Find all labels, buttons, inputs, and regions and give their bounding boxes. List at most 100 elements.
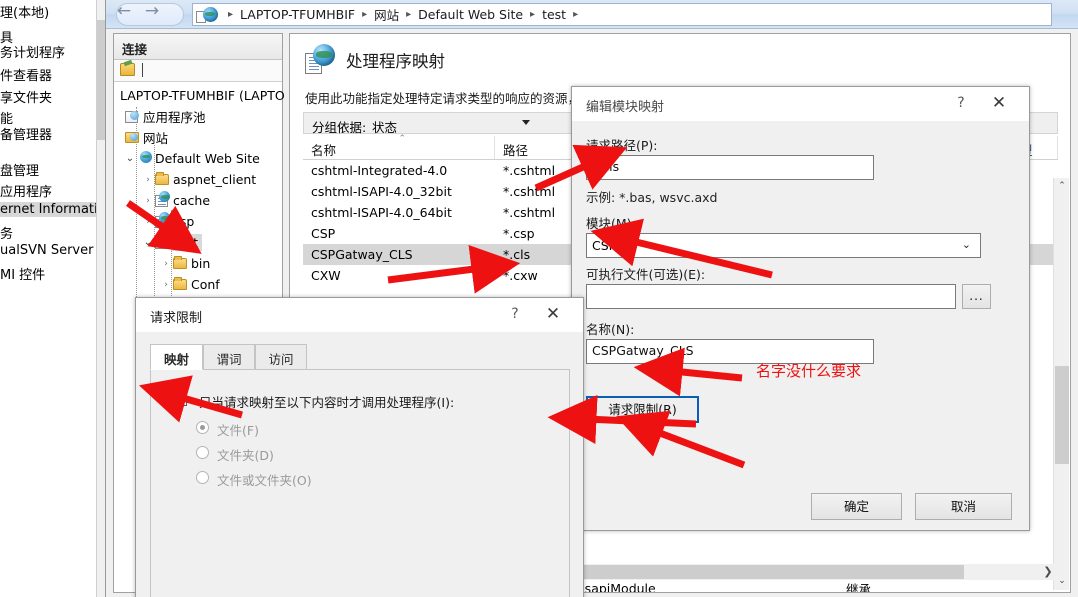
tree-item-label: test: [171, 234, 203, 251]
mmc-item-8[interactable]: 应用程序: [0, 181, 52, 200]
chevron-right-icon[interactable]: ›: [160, 259, 172, 269]
request-path-input[interactable]: *.cls: [586, 155, 874, 180]
mmc-item-4[interactable]: 享文件夹: [0, 87, 52, 106]
scroll-up-icon[interactable]: ⌃: [1054, 178, 1070, 195]
group-by-select[interactable]: 状态: [366, 114, 536, 135]
tab-mapping[interactable]: 映射: [150, 344, 203, 370]
toolbar-separator: [142, 63, 143, 77]
folder-icon: [172, 276, 189, 293]
breadcrumb-server-icon: [196, 6, 221, 23]
mmc-item-2[interactable]: 务计划程序: [0, 42, 65, 61]
tree-item-sites[interactable]: 网站: [114, 127, 282, 148]
chevron-right-icon[interactable]: ›: [142, 217, 154, 227]
radio-file-label: 文件(F): [217, 423, 259, 438]
tree-root-node[interactable]: LAPTOP-TFUMHBIF (LAPTO: [114, 85, 285, 106]
cell-name: cshtml-ISAPI-4.0_64bit: [311, 205, 452, 220]
radio-folder-label: 文件夹(D): [217, 448, 274, 463]
tree-item-label: Conf: [191, 277, 220, 292]
breadcrumb-bar[interactable]: ▸ LAPTOP-TFUMHBIF ▸ 网站 ▸ Default Web Sit…: [192, 3, 1052, 26]
request-restrictions-button[interactable]: 请求限制(R): [586, 396, 699, 423]
help-icon[interactable]: ?: [505, 306, 525, 322]
tree-item-app-pools[interactable]: 应用程序池: [114, 106, 282, 127]
dialog-title: 请求限制: [150, 311, 203, 326]
tree-item-aspnet-client[interactable]: › aspnet_client: [114, 169, 282, 190]
request-restrictions-dialog: 请求限制 ? ✕ 映射 谓词 访问 只当请求映射至以下内容时才调用处理程序(I)…: [135, 297, 584, 597]
close-icon[interactable]: ✕: [533, 303, 573, 327]
scroll-right-icon[interactable]: ❯: [1040, 564, 1056, 580]
cell-name: CXW: [311, 268, 341, 283]
breadcrumb-item-0[interactable]: LAPTOP-TFUMHBIF: [240, 7, 355, 22]
tab-verbs[interactable]: 谓词: [203, 344, 255, 370]
breadcrumb-sep-0: ▸: [228, 9, 234, 20]
radio-file-or-folder[interactable]: [196, 471, 209, 484]
main-vertical-scrollbar[interactable]: ⌃ ⌄: [1053, 178, 1069, 590]
cell-name: CSP: [311, 226, 336, 241]
browse-button[interactable]: ...: [962, 284, 991, 309]
chevron-down-icon[interactable]: ⌄: [962, 238, 971, 251]
tree-item-label: bin: [191, 256, 211, 271]
mmc-item-7[interactable]: 盘管理: [0, 160, 39, 179]
radio-file[interactable]: [196, 421, 209, 434]
cell-name: CSPGatway_CLS: [311, 247, 413, 262]
tree-item-conf[interactable]: › Conf: [114, 274, 282, 295]
folder-icon: [154, 171, 171, 188]
breadcrumb-item-1[interactable]: 网站: [374, 5, 399, 24]
mmc-item-6[interactable]: 备管理器: [0, 124, 52, 143]
breadcrumb-sep-2: ▸: [406, 9, 412, 20]
mmc-item-iis[interactable]: ernet Information S: [0, 202, 106, 217]
mmc-item-12[interactable]: MI 控件: [0, 264, 45, 283]
mmc-item-10[interactable]: 务: [0, 223, 13, 242]
forward-arrow-icon[interactable]: →: [139, 3, 165, 20]
mmc-left-scroll-thumb[interactable]: [97, 20, 105, 140]
breadcrumb-sep-4: ▸: [573, 9, 579, 20]
tree-root-label: LAPTOP-TFUMHBIF (LAPTO: [120, 88, 285, 103]
application-icon: [154, 190, 171, 209]
vertical-scroll-thumb[interactable]: [1055, 366, 1069, 464]
websites-folder-icon: [124, 130, 141, 146]
back-arrow-icon[interactable]: ←: [111, 3, 137, 20]
tree-item-test[interactable]: ⌄ test: [114, 232, 282, 253]
chevron-down-icon[interactable]: ⌄: [142, 237, 154, 248]
mmc-item-3[interactable]: 件查看器: [0, 65, 52, 84]
ok-button[interactable]: 确定: [811, 493, 902, 520]
tree-item-cache[interactable]: › cache: [114, 190, 282, 211]
folder-icon: [172, 255, 189, 272]
tree-item-default-web-site[interactable]: ⌄ Default Web Site: [114, 148, 282, 169]
mmc-item-0[interactable]: 理(本地): [0, 2, 49, 21]
connections-toolbar[interactable]: [114, 60, 282, 82]
mmc-item-11[interactable]: ualSVN Server: [0, 243, 93, 258]
tree-item-bin[interactable]: › bin: [114, 253, 282, 274]
scroll-down-icon[interactable]: ⌄: [1054, 573, 1070, 590]
chevron-right-icon[interactable]: ›: [142, 196, 154, 206]
cancel-button[interactable]: 取消: [915, 493, 1012, 520]
chevron-right-icon[interactable]: ›: [160, 280, 172, 290]
cell-entry-type: 继承: [846, 582, 872, 593]
application-icon: [154, 232, 171, 251]
cell-name: cshtml-Integrated-4.0: [311, 163, 448, 178]
group-by-label: 分组依据:: [312, 120, 367, 135]
close-icon[interactable]: ✕: [979, 92, 1019, 116]
breadcrumb-item-3[interactable]: test: [542, 7, 566, 22]
radio-folder[interactable]: [196, 446, 209, 459]
module-select[interactable]: CSPms ⌄: [586, 233, 981, 258]
dialog-title: 编辑模块映射: [586, 100, 665, 115]
chevron-right-icon[interactable]: ›: [142, 175, 154, 185]
tab-access[interactable]: 访问: [255, 344, 307, 370]
breadcrumb-item-2[interactable]: Default Web Site: [418, 7, 523, 22]
tree-item-csp[interactable]: › csp: [114, 211, 282, 232]
group-by-value: 状态: [372, 120, 398, 135]
executable-input[interactable]: [586, 284, 956, 309]
dialog-title-bar: 编辑模块映射 ? ✕: [572, 87, 1029, 121]
chevron-down-icon[interactable]: ⌄: [124, 153, 136, 164]
request-path-hint: 示例: *.bas, wsvc.axd: [586, 190, 718, 205]
connections-tree: LAPTOP-TFUMHBIF (LAPTO 应用程序池 网站 ⌄ Defaul…: [114, 82, 285, 360]
cell-module: IsapiModule: [581, 581, 656, 593]
connect-icon[interactable]: [120, 63, 135, 76]
invoke-handler-checkbox[interactable]: [173, 392, 187, 406]
module-value: CSPms: [592, 238, 635, 253]
chevron-down-icon[interactable]: [522, 120, 530, 125]
help-icon[interactable]: ?: [951, 95, 971, 111]
name-label: 名称(N):: [586, 322, 635, 337]
column-header-name[interactable]: ⌃ 名称: [303, 134, 495, 159]
annotation-note-name: 名字没什么要求: [756, 362, 862, 380]
